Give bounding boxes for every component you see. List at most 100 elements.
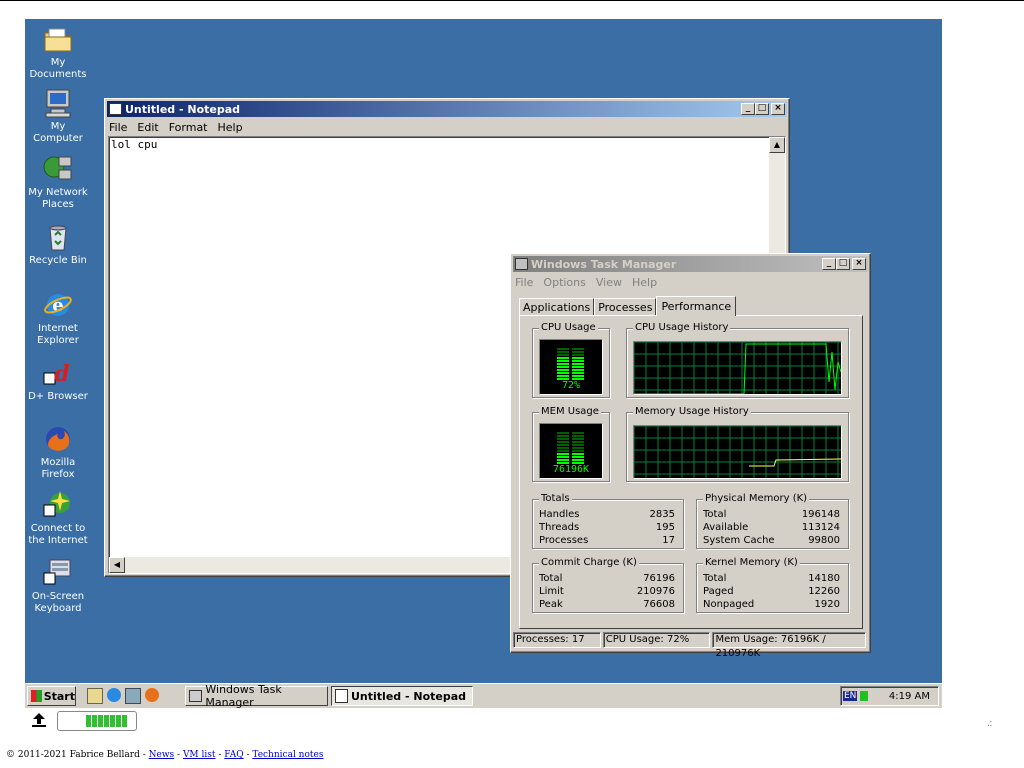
tab-applications[interactable]: Applications (519, 298, 595, 315)
vm-screen[interactable]: My Documents My Computer My Network Plac… (25, 19, 942, 707)
stat-value: 2835 (649, 509, 675, 520)
taskmgr-minimize-button[interactable]: _ (822, 258, 836, 270)
taskmgr-close-button[interactable]: × (852, 258, 866, 270)
d-plus-browser-icon: d (42, 357, 74, 389)
physical-memory-group: Physical Memory (K) Total 196148 Availabl… (696, 493, 849, 549)
maximize-button[interactable]: □ (755, 103, 769, 115)
progress-segment (104, 715, 109, 727)
stat-value: 14180 (808, 573, 840, 584)
cpu-history-svg (634, 342, 841, 394)
language-indicator[interactable]: EN (843, 691, 858, 701)
menu-file[interactable]: File (109, 121, 127, 134)
physical-memory-legend: Physical Memory (K) (703, 493, 810, 504)
activity-progress (57, 711, 137, 731)
footer-separator: - (174, 750, 183, 760)
desktop-icon-my-network-places[interactable]: My Network Places (25, 153, 91, 211)
commit-charge-legend: Commit Charge (K) (539, 557, 639, 568)
stat-label: Nonpaged (703, 599, 755, 610)
desktop-icon-on-screen-keyboard[interactable]: On-Screen Keyboard (25, 557, 91, 615)
stat-row: Threads 195 (539, 521, 675, 534)
network-status-icon[interactable] (860, 691, 869, 701)
tab-performance[interactable]: Performance (656, 296, 737, 316)
stat-row: System Cache 99800 (703, 534, 840, 547)
footer-link-news[interactable]: News (149, 750, 175, 760)
physical-memory-rows: Total 196148 Available 113124 System Cache… (703, 508, 840, 547)
progress-segments (86, 715, 127, 727)
connect-wizard-icon (42, 489, 74, 521)
commit-charge-rows: Total 76196 Limit 210976 Peak 76608 (539, 572, 675, 611)
taskmgr-icon (515, 258, 528, 270)
stat-value: 17 (662, 535, 675, 546)
footer-link-faq[interactable]: FAQ (224, 750, 243, 760)
keyboard-icon (42, 557, 74, 589)
cpu-history-group: CPU Usage History (626, 322, 849, 398)
tab-processes[interactable]: Processes (594, 298, 657, 315)
scroll-up-arrow[interactable]: ▲ (769, 137, 785, 153)
taskmgr-menu-help[interactable]: Help (632, 276, 657, 289)
upload-icon[interactable] (30, 711, 48, 732)
menu-format[interactable]: Format (169, 121, 208, 134)
notepad-titlebar[interactable]: Untitled - Notepad _ □ × (107, 101, 787, 117)
close-button[interactable]: × (771, 103, 785, 115)
menu-edit[interactable]: Edit (137, 121, 158, 134)
taskbar-item-task-manager[interactable]: Windows Task Manager (185, 683, 328, 709)
minimize-button[interactable]: _ (741, 103, 755, 115)
mem-history-graph (633, 425, 842, 479)
stat-row: Nonpaged 1920 (703, 598, 840, 611)
mem-usage-value: 76196K (552, 464, 590, 475)
stat-value: 196148 (801, 509, 840, 520)
notepad-content[interactable]: lol cpu (111, 138, 157, 151)
progress-segment (110, 715, 115, 727)
scroll-left-arrow[interactable]: ◀ (109, 557, 125, 573)
taskmgr-maximize-button[interactable]: □ (836, 258, 850, 270)
mem-history-group: Memory Usage History (626, 406, 849, 482)
task-manager-icon (189, 690, 203, 702)
desktop-icon-connect-to-internet[interactable]: Connect to the Internet (25, 489, 91, 547)
mem-usage-label: MEM Usage (539, 406, 601, 417)
progress-segment (98, 715, 103, 727)
notepad-menubar: File Edit Format Help (105, 119, 789, 136)
resize-grip-icon[interactable]: .: (987, 718, 992, 729)
progress-segment (122, 715, 127, 727)
taskmgr-menu-file[interactable]: File (515, 276, 533, 289)
desktop-icon-mozilla-firefox[interactable]: Mozilla Firefox (25, 423, 91, 481)
stat-label: Total (703, 573, 727, 584)
taskmgr-menu-options[interactable]: Options (543, 276, 585, 289)
footer-link-vm-list[interactable]: VM list (183, 750, 216, 760)
stat-value: 195 (655, 522, 675, 533)
desktop-icon-my-computer[interactable]: My Computer (25, 87, 91, 145)
stat-value: 76608 (643, 599, 675, 610)
show-desktop-icon[interactable] (87, 688, 103, 704)
stat-value: 12260 (808, 586, 840, 597)
taskmgr-menubar: File Options View Help (511, 274, 870, 291)
status-processes: Processes: 17 (513, 632, 601, 648)
totals-rows: Handles 2835 Threads 195 Processes 17 (539, 508, 675, 547)
footer-separator: - (215, 750, 225, 760)
task-manager-window[interactable]: Windows Task Manager _ □ × File Options … (510, 253, 871, 659)
mem-usage-group: MEM Usage 76196K (532, 406, 610, 482)
desktop-icon-recycle-bin[interactable]: Recycle Bin (25, 221, 91, 267)
taskbar: Start Windows Task Manager Untitled - No… (25, 683, 942, 709)
taskmgr-menu-view[interactable]: View (596, 276, 622, 289)
network-icon[interactable] (125, 688, 141, 704)
folder-icon (42, 23, 74, 55)
stat-row: Limit 210976 (539, 585, 675, 598)
firefox-icon[interactable] (145, 688, 159, 702)
desktop-icon-my-documents[interactable]: My Documents (25, 23, 91, 81)
firefox-icon (42, 423, 74, 455)
stat-label: Available (703, 522, 749, 533)
status-cpu: CPU Usage: 72% (602, 632, 711, 648)
internet-explorer-icon[interactable] (107, 688, 121, 702)
taskmgr-titlebar[interactable]: Windows Task Manager _ □ × (513, 256, 868, 272)
desktop-icon-d-browser[interactable]: d D+ Browser (25, 357, 91, 403)
stat-label: Handles (539, 509, 580, 520)
desktop-icon-internet-explorer[interactable]: e Internet Explorer (25, 289, 91, 347)
stat-value: 99800 (808, 535, 840, 546)
performance-panel: CPU Usage 72% CPU Usage History MEM Usag… (519, 315, 863, 629)
footer-link-technical-notes[interactable]: Technical notes (252, 750, 323, 760)
taskbar-item-notepad[interactable]: Untitled - Notepad (331, 686, 473, 706)
progress-segment (86, 715, 91, 727)
stat-label: Peak (539, 599, 563, 610)
start-button[interactable]: Start (27, 686, 76, 706)
menu-help[interactable]: Help (218, 121, 243, 134)
